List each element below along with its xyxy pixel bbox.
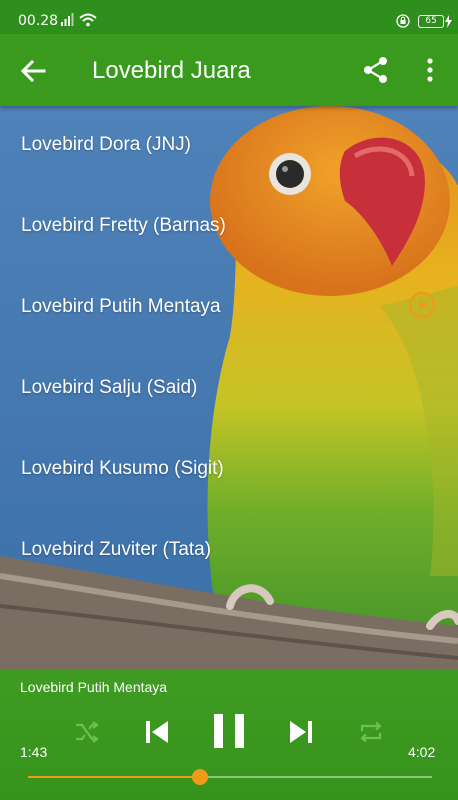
more-vert-icon[interactable] — [420, 56, 440, 84]
song-title: Lovebird Salju (Said) — [21, 377, 198, 398]
repeat-icon[interactable] — [358, 720, 384, 744]
song-title: Lovebird Fretty (Barnas) — [21, 215, 226, 236]
signal-wifi-icon — [61, 13, 97, 27]
page-title: Lovebird Juara — [92, 57, 251, 84]
song-item[interactable]: Lovebird Dora (JNJ) — [0, 106, 458, 187]
song-item[interactable]: Lovebird Fretty (Barnas) — [0, 187, 458, 268]
song-item[interactable]: Lovebird Kusumo (Sigit) — [0, 430, 458, 511]
skip-previous-icon[interactable] — [144, 718, 170, 746]
back-arrow-icon[interactable] — [18, 56, 48, 86]
battery-indicator: 65 — [418, 15, 444, 28]
skip-next-icon[interactable] — [288, 718, 314, 746]
song-item[interactable]: Lovebird Zuviter (Tata) — [0, 511, 458, 592]
now-playing-icon[interactable] — [408, 291, 436, 319]
song-item[interactable]: Lovebird Salju (Said) — [0, 349, 458, 430]
player-panel: Lovebird Putih Mentaya 1:43 4:02 — [0, 670, 458, 800]
song-title: Lovebird Putih Mentaya — [21, 296, 221, 317]
share-icon[interactable] — [362, 56, 390, 84]
app-bar: Lovebird Juara — [0, 34, 458, 106]
song-title: Lovebird Kusumo (Sigit) — [21, 458, 224, 479]
now-playing-title: Lovebird Putih Mentaya — [20, 679, 168, 695]
song-list: Lovebird Dora (JNJ) Lovebird Fretty (Bar… — [0, 106, 458, 672]
shuffle-icon[interactable] — [74, 720, 100, 744]
song-title: Lovebird Dora (JNJ) — [21, 134, 191, 155]
lock-icon — [396, 14, 410, 28]
seek-thumb[interactable] — [192, 769, 209, 785]
total-time: 4:02 — [408, 744, 436, 760]
song-title: Lovebird Zuviter (Tata) — [21, 539, 212, 560]
status-time: 00.28 — [18, 13, 59, 29]
seek-bar[interactable] — [28, 769, 432, 785]
seek-progress — [28, 776, 201, 778]
song-item-playing[interactable]: Lovebird Putih Mentaya — [0, 268, 458, 349]
pause-button[interactable] — [211, 712, 247, 750]
charging-icon — [445, 15, 452, 28]
elapsed-time: 1:43 — [20, 744, 48, 760]
status-bar: 00.28 65 — [0, 0, 458, 34]
